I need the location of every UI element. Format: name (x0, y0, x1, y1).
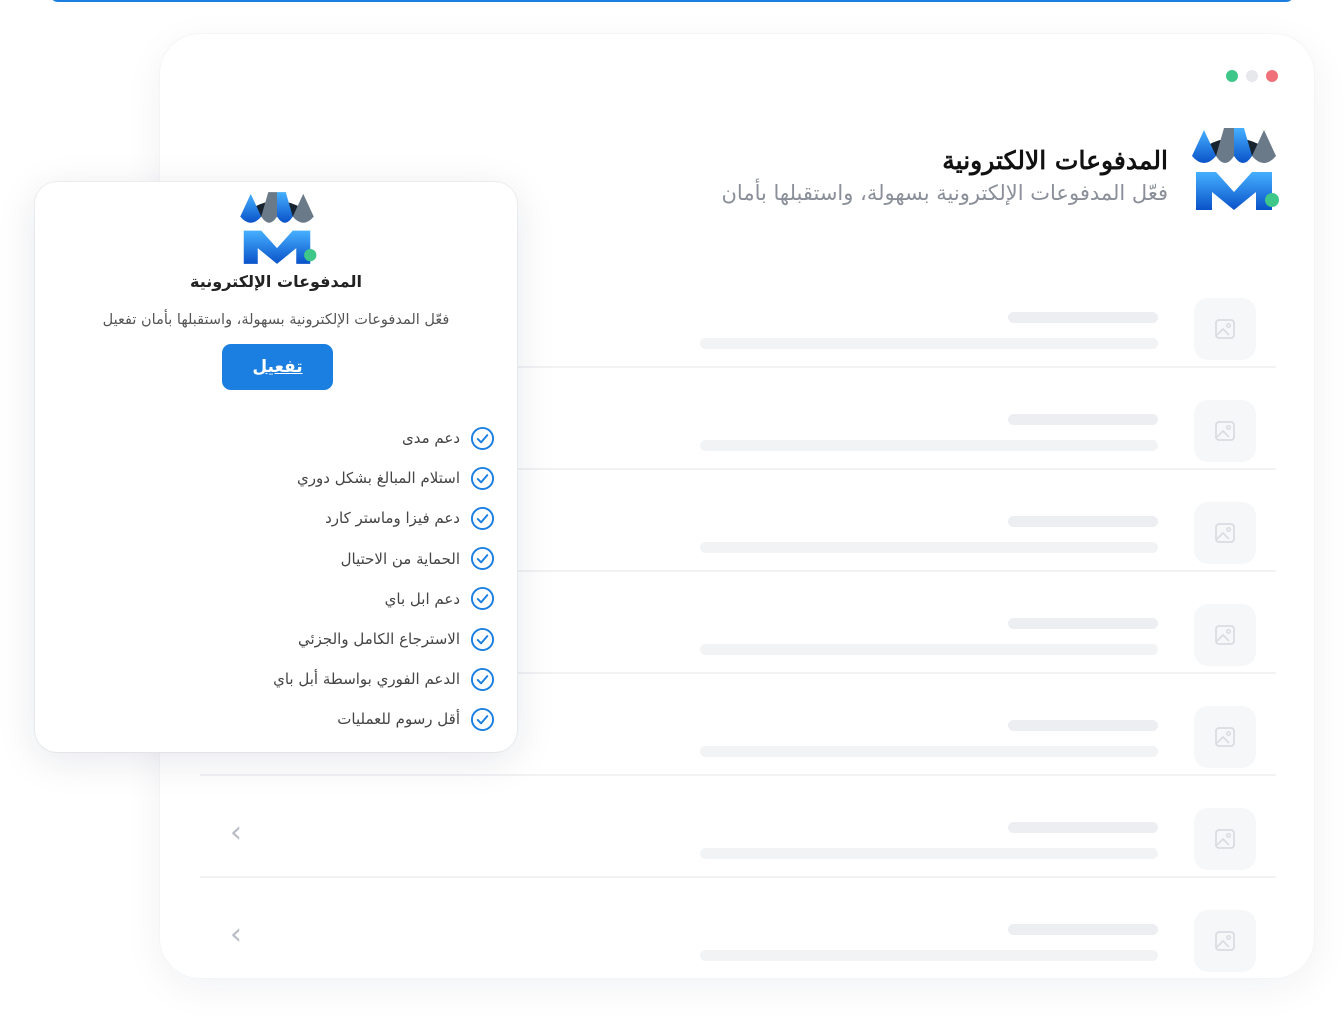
check-circle-icon (470, 547, 495, 571)
check-circle-icon (470, 587, 495, 611)
window-controls (1226, 70, 1278, 82)
thumbnail-placeholder (1194, 400, 1256, 462)
thumbnail-placeholder (1194, 502, 1256, 564)
feature-item: دعم ابل باي (273, 579, 495, 619)
image-placeholder-icon (1215, 931, 1235, 951)
skeleton-line (1008, 720, 1158, 731)
activate-button[interactable]: تفعيل (222, 344, 333, 390)
skeleton-line (700, 338, 1158, 349)
image-placeholder-icon (1215, 727, 1235, 747)
feature-label: الاسترجاع الكامل والجزئي (297, 630, 460, 649)
feature-item: دعم مدى (273, 418, 495, 458)
skeleton-line (700, 440, 1158, 451)
feature-label: دعم مدى (401, 429, 460, 448)
feature-list: دعم مدى استلام المبالغ بشكل دوري دعم فيزا … (273, 418, 495, 740)
check-circle-icon (470, 667, 495, 691)
thumbnail-placeholder (1194, 604, 1256, 666)
skeleton-line (1008, 618, 1158, 629)
page-header: المدفوعات الالكترونية فعّل المدفوعات الإ… (632, 126, 1282, 216)
skeleton-line (1008, 516, 1158, 527)
image-placeholder-icon (1215, 421, 1235, 441)
image-placeholder-icon (1215, 319, 1235, 339)
card-subtitle: فعّل المدفوعات الإلكترونية بسهولة، واستق… (102, 312, 450, 328)
skeleton-line (1008, 312, 1158, 323)
skeleton-line (700, 950, 1158, 961)
window-close-dot[interactable] (1266, 70, 1278, 82)
check-circle-icon (470, 627, 495, 651)
feature-label: أقل رسوم للعمليات (337, 710, 460, 729)
feature-item: الحماية من الاحتيال (273, 539, 495, 579)
card-title: المدفوعات الإلكترونية (190, 272, 362, 291)
chevron-left-icon[interactable]: ‹ (230, 818, 242, 848)
feature-label: دعم ابل باي (384, 589, 460, 608)
skeleton-line (700, 542, 1158, 553)
window-maximize-dot[interactable] (1226, 70, 1238, 82)
chevron-left-icon[interactable]: ‹ (230, 920, 242, 950)
check-circle-icon (470, 426, 495, 450)
page-title: المدفوعات الالكترونية (942, 146, 1168, 175)
feature-label: الدعم الفوري بواسطة أبل باي (273, 670, 460, 689)
image-placeholder-icon (1215, 829, 1235, 849)
image-placeholder-icon (1215, 523, 1235, 543)
skeleton-line (700, 848, 1158, 859)
check-circle-icon (470, 707, 495, 731)
list-item[interactable]: ‹ (200, 776, 1276, 878)
thumbnail-placeholder (1194, 706, 1256, 768)
skeleton-line (700, 644, 1158, 655)
thumbnail-placeholder (1194, 910, 1256, 972)
store-awning-logo-icon (1192, 128, 1279, 210)
check-circle-icon (470, 466, 495, 490)
payment-activation-card: المدفوعات الإلكترونية فعّل المدفوعات الإ… (35, 182, 517, 752)
skeleton-line (1008, 822, 1158, 833)
store-awning-logo-icon (240, 192, 317, 264)
skeleton-line (1008, 924, 1158, 935)
window-minimize-dot[interactable] (1246, 70, 1258, 82)
feature-item: أقل رسوم للعمليات (273, 699, 495, 739)
top-progress-bar (50, 0, 1294, 2)
list-item[interactable]: ‹ (200, 878, 1276, 980)
skeleton-line (1008, 414, 1158, 425)
feature-label: استلام المبالغ بشكل دوري (297, 469, 460, 488)
feature-item: دعم فيزا وماستر كارد (273, 498, 495, 538)
thumbnail-placeholder (1194, 808, 1256, 870)
feature-item: الدعم الفوري بواسطة أبل باي (273, 659, 495, 699)
feature-label: دعم فيزا وماستر كارد (325, 509, 460, 528)
feature-label: الحماية من الاحتيال (340, 549, 460, 568)
thumbnail-placeholder (1194, 298, 1256, 360)
skeleton-line (700, 746, 1158, 757)
page-subtitle: فعّل المدفوعات الإلكترونية بسهولة، واستق… (721, 181, 1169, 205)
feature-item: استلام المبالغ بشكل دوري (273, 458, 495, 498)
check-circle-icon (470, 506, 495, 531)
image-placeholder-icon (1215, 625, 1235, 645)
feature-item: الاسترجاع الكامل والجزئي (273, 619, 495, 659)
